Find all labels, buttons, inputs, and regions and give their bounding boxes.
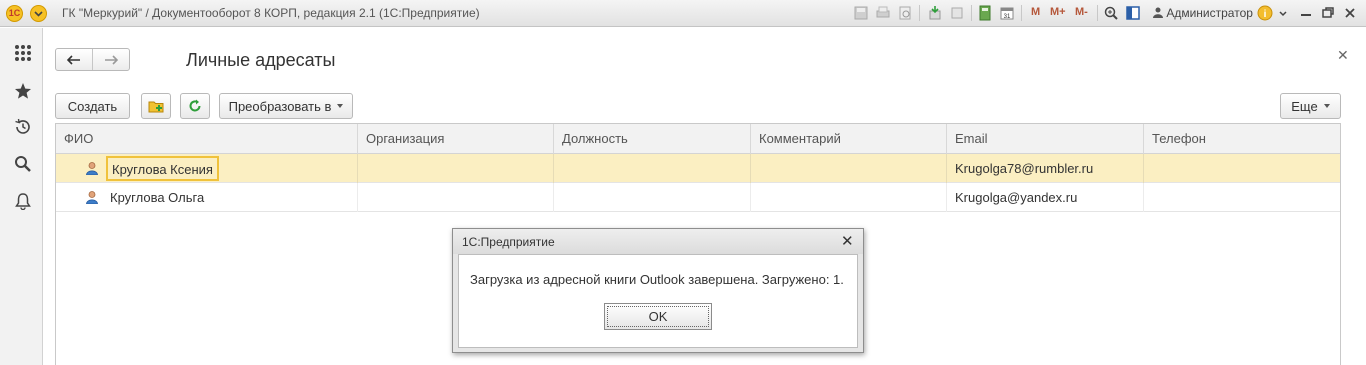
- document-icon[interactable]: [949, 5, 965, 21]
- column-header-comment[interactable]: Комментарий: [751, 124, 947, 154]
- refresh-icon: [189, 99, 201, 112]
- create-button[interactable]: Создать: [55, 93, 130, 119]
- preview-icon[interactable]: [897, 5, 913, 21]
- name-text: Круглова Ольга: [110, 190, 205, 205]
- convert-to-label: Преобразовать в: [228, 98, 332, 114]
- navigation-buttons: [55, 48, 130, 71]
- folder-add-icon: [148, 101, 164, 113]
- separator: [1021, 5, 1022, 21]
- history-icon[interactable]: [14, 118, 32, 136]
- calendar-icon[interactable]: 31: [999, 5, 1015, 21]
- table-header: ФИО Организация Должность Комментарий Em…: [56, 124, 1340, 154]
- table-row[interactable]: Круглова Ольга Krugolga@yandex.ru: [56, 183, 1340, 212]
- cell-phone[interactable]: [1144, 183, 1340, 212]
- current-user[interactable]: Администратор: [1153, 6, 1253, 20]
- chevron-down-icon: [337, 104, 344, 108]
- more-dropdown[interactable]: Еще: [1280, 93, 1341, 119]
- table-row[interactable]: Круглова Ксения Krugolga78@rumbler.ru: [56, 154, 1340, 183]
- dialog-title: 1С:Предприятие: [462, 235, 555, 249]
- cell-comment[interactable]: [751, 183, 947, 212]
- cell-position[interactable]: [554, 183, 751, 212]
- restore-icon[interactable]: [1320, 5, 1336, 21]
- attach-icon[interactable]: [927, 5, 943, 21]
- panel-toggle-icon[interactable]: [1125, 5, 1141, 21]
- memory-subtract-button[interactable]: M-: [1075, 6, 1088, 18]
- arrow-right-icon: [105, 54, 118, 65]
- save-icon[interactable]: [853, 5, 869, 21]
- cell-organization[interactable]: [358, 183, 554, 212]
- memory-add-button[interactable]: M+: [1050, 6, 1066, 18]
- memory-store-button[interactable]: M: [1031, 6, 1040, 18]
- separator: [919, 5, 920, 21]
- cell-email[interactable]: Krugolga@yandex.ru: [947, 183, 1144, 212]
- title-bar: 1С ГК "Меркурий" / Документооборот 8 КОР…: [0, 0, 1366, 27]
- app-logo-icon[interactable]: 1С: [6, 5, 23, 22]
- message-dialog: 1С:Предприятие ✕ Загрузка из адресной кн…: [452, 228, 864, 353]
- dialog-header: 1С:Предприятие ✕: [453, 229, 863, 254]
- refresh-button[interactable]: [180, 93, 210, 119]
- more-label: Еще: [1291, 98, 1318, 114]
- zoom-icon[interactable]: [1103, 5, 1119, 21]
- dialog-message: Загрузка из адресной книги Outlook завер…: [470, 272, 844, 287]
- forward-button[interactable]: [92, 49, 129, 70]
- column-header-organization[interactable]: Организация: [358, 124, 554, 154]
- close-form-icon[interactable]: ✕: [1337, 47, 1349, 64]
- separator: [1097, 5, 1098, 21]
- cell-comment[interactable]: [751, 154, 947, 183]
- main-menu-icon[interactable]: [30, 5, 47, 22]
- separator: [971, 5, 972, 21]
- cell-email[interactable]: Krugolga78@rumbler.ru: [947, 154, 1144, 183]
- minimize-icon[interactable]: [1298, 5, 1314, 21]
- cell-name[interactable]: Круглова Ксения: [56, 154, 358, 183]
- sections-menu-icon[interactable]: [14, 44, 32, 62]
- user-icon: [1153, 7, 1163, 18]
- search-icon[interactable]: [14, 155, 32, 173]
- back-button[interactable]: [56, 49, 92, 70]
- page-title: Личные адресаты: [186, 50, 336, 70]
- print-icon[interactable]: [875, 5, 891, 21]
- close-dialog-icon[interactable]: ✕: [841, 232, 854, 250]
- svg-text:i: i: [1264, 9, 1267, 20]
- cell-position[interactable]: [554, 154, 751, 183]
- arrow-left-icon: [67, 54, 80, 65]
- user-name: Администратор: [1166, 6, 1253, 20]
- favorites-star-icon[interactable]: [14, 82, 32, 100]
- column-header-position[interactable]: Должность: [554, 124, 751, 154]
- ok-button[interactable]: OK: [604, 303, 712, 330]
- selected-cell-name[interactable]: Круглова Ксения: [106, 156, 219, 181]
- cell-name[interactable]: Круглова Ольга: [56, 183, 358, 212]
- create-folder-button[interactable]: [141, 93, 171, 119]
- svg-text:31: 31: [1004, 14, 1011, 20]
- dialog-body: Загрузка из адресной книги Outlook завер…: [458, 254, 858, 348]
- chevron-down-icon[interactable]: [1275, 5, 1291, 21]
- person-icon: [86, 162, 98, 175]
- sections-panel: [0, 28, 43, 365]
- convert-to-dropdown[interactable]: Преобразовать в: [219, 93, 353, 119]
- person-icon: [86, 191, 98, 204]
- notifications-bell-icon[interactable]: [14, 192, 32, 210]
- window-title: ГК "Меркурий" / Документооборот 8 КОРП, …: [62, 6, 480, 20]
- column-header-email[interactable]: Email: [947, 124, 1144, 154]
- chevron-down-icon: [1323, 104, 1330, 108]
- calculator-icon[interactable]: [977, 5, 993, 21]
- close-window-icon[interactable]: [1342, 5, 1358, 21]
- column-header-phone[interactable]: Телефон: [1144, 124, 1340, 154]
- column-header-name[interactable]: ФИО: [56, 124, 358, 154]
- cell-organization[interactable]: [358, 154, 554, 183]
- cell-phone[interactable]: [1144, 154, 1340, 183]
- info-icon[interactable]: i: [1257, 5, 1273, 21]
